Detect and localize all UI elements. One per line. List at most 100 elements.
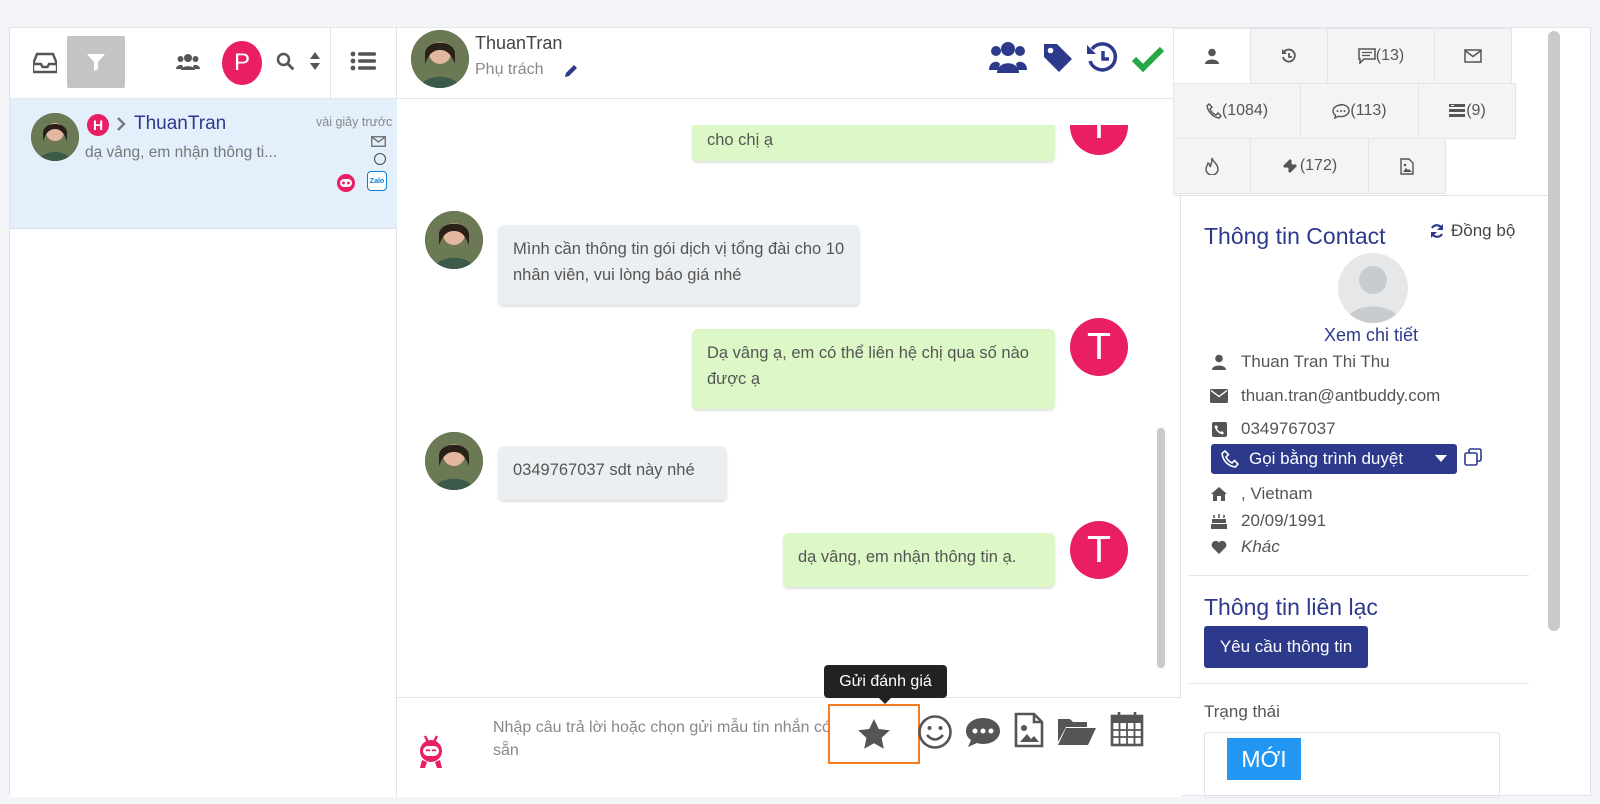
contact-avatar (31, 113, 79, 161)
tab-notes[interactable]: (13) (1327, 28, 1435, 84)
toolbar-divider (330, 28, 331, 99)
inbox-icon[interactable] (20, 40, 70, 86)
tab-files[interactable] (1368, 138, 1446, 194)
view-details-link[interactable]: Xem chi tiết (1324, 325, 1418, 346)
contact-address-row: , Vietnam (1209, 484, 1313, 504)
image-file-icon[interactable] (1014, 712, 1044, 753)
sidebar-scrollbar[interactable] (1548, 31, 1560, 631)
tab-chats[interactable]: (113) (1300, 83, 1419, 139)
conversation-panel: P H ThuanTran vài giây trước dạ vâng, em… (10, 28, 397, 797)
copy-icon[interactable] (1464, 448, 1482, 471)
contact-email[interactable]: thuan.tran@antbuddy.com (1241, 386, 1440, 406)
search-icon[interactable] (274, 50, 296, 72)
sync-icon (1430, 224, 1444, 238)
assignee-label: Phụ trách (475, 61, 544, 78)
contact-email-row: thuan.tran@antbuddy.com (1209, 386, 1440, 406)
calendar-icon[interactable] (1110, 711, 1144, 752)
tab-history[interactable] (1250, 28, 1328, 84)
user-icon (1205, 48, 1219, 64)
emoji-icon[interactable] (917, 714, 953, 755)
message-text: Mình cần thông tin gói dịch vị tổng đài … (513, 240, 845, 284)
contact-birthday: 20/09/1991 (1241, 511, 1327, 530)
contact-info-section-title: Thông tin liên lạc (1204, 594, 1378, 620)
home-icon (1209, 487, 1229, 501)
agent-avatar: T (1070, 318, 1128, 376)
message-bubble-in: Mình cần thông tin gói dịch vị tổng đài … (498, 225, 860, 305)
contact-avatar (425, 211, 483, 269)
chat-scrollbar[interactable] (1157, 428, 1165, 668)
message-composer: Nhập câu trả lời hoặc chọn gửi mẫu tin n… (397, 665, 1181, 797)
tab-tickets[interactable]: (172) (1250, 138, 1369, 194)
tab-activity[interactable] (1173, 138, 1251, 194)
sync-label: Đồng bộ (1451, 221, 1516, 240)
star-icon (858, 719, 890, 749)
antbuddy-logo-icon (335, 172, 357, 199)
rating-tooltip: Gửi đánh giá (824, 665, 947, 698)
call-button-label: Gọi bằng trình duyệt (1249, 449, 1404, 468)
request-info-button[interactable]: Yêu cầu thông tin (1204, 626, 1368, 668)
app-window: P H ThuanTran vài giây trước dạ vâng, em… (9, 27, 1591, 798)
status-label: Trạng thái (1204, 702, 1280, 721)
sort-icon[interactable] (307, 48, 323, 74)
quick-reply-icon[interactable] (964, 716, 1002, 753)
contact-name: Thuan Tran Thi Thu (1241, 352, 1390, 371)
birthday-cake-icon (1209, 513, 1229, 529)
message-input[interactable]: Nhập câu trả lời hoặc chọn gửi mẫu tin n… (493, 716, 838, 762)
conversation-name: ThuanTran (134, 113, 227, 134)
tag-icon[interactable] (1042, 42, 1074, 79)
tab-count: (1084) (1221, 102, 1269, 119)
conversation-item[interactable]: H ThuanTran vài giây trước dạ vâng, em n… (10, 99, 397, 229)
contact-birthday-row: 20/09/1991 (1209, 511, 1326, 531)
group-users-icon[interactable] (173, 48, 203, 76)
chevron-right-icon (116, 116, 126, 137)
history-icon (1282, 48, 1296, 63)
message-bubble-out: dạ vâng, em nhận thông tin ạ. (783, 533, 1055, 587)
call-browser-button[interactable]: Gọi bằng trình duyệt (1211, 444, 1457, 474)
tabs-divider (1173, 195, 1553, 196)
folder-open-icon[interactable] (1057, 716, 1097, 751)
status-circle-icon (374, 153, 386, 165)
image-file-icon (1400, 157, 1414, 175)
mail-icon (371, 134, 386, 152)
message-text: Dạ vâng ạ, em có thể liên hệ chị qua số … (707, 344, 1029, 388)
tab-list[interactable]: (9) (1418, 83, 1516, 139)
tab-contact[interactable] (1173, 28, 1251, 84)
send-rating-button[interactable] (828, 704, 920, 764)
contact-section-title: Thông tin Contact (1204, 223, 1386, 249)
message-text: 0349767037 sdt này nhé (513, 461, 695, 479)
phone-icon (1209, 421, 1229, 437)
agent-avatar: T (1070, 125, 1128, 155)
chat-header: ThuanTran Phụ trách (397, 28, 1181, 99)
contact-address: , Vietnam (1241, 484, 1313, 503)
sync-button[interactable]: Đồng bộ (1429, 221, 1515, 241)
message-bubble-out: Dạ vâng ạ, em có thể liên hệ chị qua số … (692, 329, 1055, 409)
tab-count: (9) (1466, 102, 1486, 119)
agent-avatar: T (1070, 521, 1128, 579)
user-icon (1209, 354, 1229, 370)
phone-icon (1206, 103, 1222, 119)
history-icon[interactable] (1086, 41, 1120, 80)
channel-badge-h: H (87, 114, 109, 136)
contact-sidebar: (13) (1084) (113) (9) (172) Thông tin Co… (1173, 28, 1568, 798)
envelope-icon (1464, 49, 1482, 63)
edit-pencil-icon[interactable] (563, 63, 579, 84)
section-divider (1189, 575, 1529, 576)
conversation-toolbar: P (10, 28, 397, 99)
message-text: cho chị ạ (707, 131, 774, 149)
contact-gender: Khác (1241, 537, 1280, 556)
list-view-icon[interactable] (348, 48, 378, 74)
profile-avatar[interactable]: P (222, 41, 262, 85)
envelope-icon (1209, 389, 1229, 403)
ticket-icon (1282, 159, 1297, 173)
antbuddy-bot-icon[interactable] (416, 732, 446, 775)
filter-button[interactable] (67, 36, 125, 88)
assign-group-icon[interactable] (989, 40, 1027, 79)
tab-email[interactable] (1434, 28, 1512, 84)
message-bubble-out: cho chị ạ (692, 125, 1055, 161)
tab-calls[interactable]: (1084) (1173, 83, 1301, 139)
contact-phone[interactable]: 0349767037 (1241, 419, 1336, 439)
resolve-check-icon[interactable] (1131, 46, 1165, 77)
contact-gender-row: Khác (1209, 537, 1280, 557)
status-box[interactable]: MỚI (1204, 732, 1500, 798)
conversation-time: vài giây trước (316, 115, 393, 129)
